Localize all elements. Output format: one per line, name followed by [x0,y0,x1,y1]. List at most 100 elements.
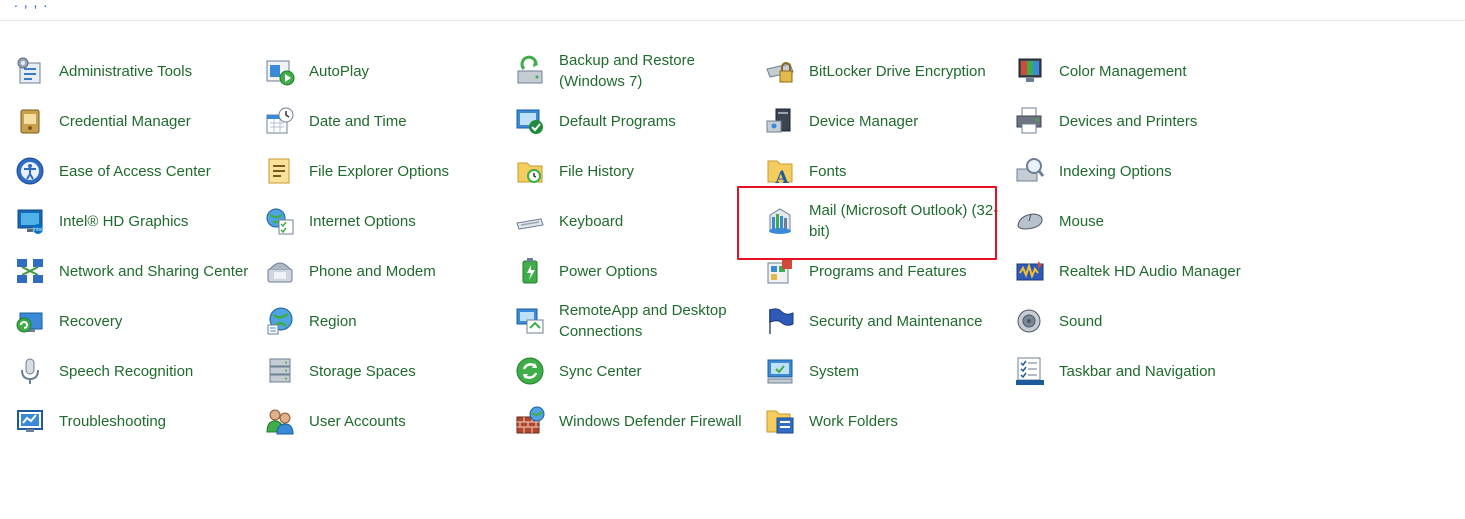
cp-item-label[interactable]: File History [559,161,634,182]
cp-item-file-history[interactable]: File History [513,146,759,196]
breadcrumb-fragment: . , , . [14,0,49,10]
cp-item-bitlocker-drive-encryption[interactable]: BitLocker Drive Encryption [763,46,1009,96]
cp-item-label[interactable]: Phone and Modem [309,261,436,282]
cp-item-sync-center[interactable]: Sync Center [513,346,759,396]
cp-item-label[interactable]: Realtek HD Audio Manager [1059,261,1241,282]
cp-item-label[interactable]: Speech Recognition [59,361,193,382]
cp-item-label[interactable]: Taskbar and Navigation [1059,361,1216,382]
cp-item-label[interactable]: Keyboard [559,211,623,232]
cp-item-label[interactable]: Security and Maintenance [809,311,982,332]
cp-item-label[interactable]: Network and Sharing Center [59,261,248,282]
cp-item-label[interactable]: Administrative Tools [59,61,192,82]
cp-item-label[interactable]: Ease of Access Center [59,161,211,182]
cp-item-label[interactable]: Mouse [1059,211,1104,232]
cp-item-label[interactable]: BitLocker Drive Encryption [809,61,986,82]
taskbar-icon [1013,354,1047,388]
cp-item-label[interactable]: Windows Defender Firewall [559,411,742,432]
cp-item-default-programs[interactable]: Default Programs [513,96,759,146]
cp-item-realtek-hd-audio-manager[interactable]: Realtek HD Audio Manager [1013,246,1259,296]
cp-item-recovery[interactable]: Recovery [13,296,259,346]
cp-item-mouse[interactable]: Mouse [1013,196,1259,246]
cp-item-fonts[interactable]: A Fonts [763,146,1009,196]
cp-item-mail-microsoft-outlook-32-bit[interactable]: Mail (Microsoft Outlook) (32-bit) [763,196,1009,246]
cp-item-label[interactable]: Credential Manager [59,111,191,132]
device-manager-icon [763,104,797,138]
divider [0,20,1465,21]
cp-item-label[interactable]: Date and Time [309,111,407,132]
cp-item-programs-and-features[interactable]: Programs and Features [763,246,1009,296]
firewall-icon [513,404,547,438]
cp-item-backup-and-restore-windows-7[interactable]: Backup and Restore (Windows 7) [513,46,759,96]
cp-item-label[interactable]: Intel® HD Graphics [59,211,188,232]
cp-item-label[interactable]: Power Options [559,261,657,282]
cp-item-label[interactable]: Storage Spaces [309,361,416,382]
svg-text:intel: intel [33,227,44,233]
cp-item-windows-defender-firewall[interactable]: Windows Defender Firewall [513,396,759,446]
autoplay-icon [263,54,297,88]
cp-item-label[interactable]: Backup and Restore (Windows 7) [559,50,749,92]
cp-item-storage-spaces[interactable]: Storage Spaces [263,346,509,396]
cp-item-troubleshooting[interactable]: Troubleshooting [13,396,259,446]
cp-item-label[interactable]: Internet Options [309,211,416,232]
cp-item-power-options[interactable]: Power Options [513,246,759,296]
cp-item-system[interactable]: System [763,346,1009,396]
keyboard-icon [513,204,547,238]
cp-item-network-and-sharing-center[interactable]: Network and Sharing Center [13,246,259,296]
work-folders-icon [763,404,797,438]
cp-item-date-and-time[interactable]: Date and Time [263,96,509,146]
cp-item-remoteapp-and-desktop-connections[interactable]: RemoteApp and Desktop Connections [513,296,759,346]
cp-item-label[interactable]: Mail (Microsoft Outlook) (32-bit) [809,200,999,242]
cp-item-label[interactable]: Troubleshooting [59,411,166,432]
folder-options-icon [263,154,297,188]
default-programs-icon [513,104,547,138]
cp-item-label[interactable]: User Accounts [309,411,406,432]
clock-calendar-icon [263,104,297,138]
cp-item-sound[interactable]: Sound [1013,296,1259,346]
cp-item-security-and-maintenance[interactable]: Security and Maintenance [763,296,1009,346]
cp-item-label[interactable]: Default Programs [559,111,676,132]
cp-item-label[interactable]: Devices and Printers [1059,111,1197,132]
mail-icon [763,204,797,238]
phone-icon [263,254,297,288]
cp-item-autoplay[interactable]: AutoPlay [263,46,509,96]
cp-item-region[interactable]: Region [263,296,509,346]
cp-item-label[interactable]: System [809,361,859,382]
cp-item-administrative-tools[interactable]: Administrative Tools [13,46,259,96]
cp-item-device-manager[interactable]: Device Manager [763,96,1009,146]
cp-item-intel-hd-graphics[interactable]: intel Intel® HD Graphics [13,196,259,246]
microphone-icon [13,354,47,388]
system-icon [763,354,797,388]
top-bar: . , , . [0,0,1465,21]
cp-item-phone-and-modem[interactable]: Phone and Modem [263,246,509,296]
cp-item-label[interactable]: Programs and Features [809,261,967,282]
cp-item-user-accounts[interactable]: User Accounts [263,396,509,446]
cp-item-label[interactable]: Fonts [809,161,847,182]
cp-item-label[interactable]: AutoPlay [309,61,369,82]
cp-item-label[interactable]: File Explorer Options [309,161,449,182]
admin-tools-icon [13,54,47,88]
cp-item-color-management[interactable]: Color Management [1013,46,1259,96]
cp-item-internet-options[interactable]: Internet Options [263,196,509,246]
cp-item-label[interactable]: Color Management [1059,61,1187,82]
svg-text:A: A [774,168,789,187]
audio-manager-icon [1013,254,1047,288]
indexing-icon [1013,154,1047,188]
cp-item-taskbar-and-navigation[interactable]: Taskbar and Navigation [1013,346,1259,396]
cp-item-devices-and-printers[interactable]: Devices and Printers [1013,96,1259,146]
cp-item-label[interactable]: Sync Center [559,361,642,382]
cp-item-ease-of-access-center[interactable]: Ease of Access Center [13,146,259,196]
cp-item-label[interactable]: RemoteApp and Desktop Connections [559,300,749,342]
cp-item-label[interactable]: Sound [1059,311,1102,332]
cp-item-keyboard[interactable]: Keyboard [513,196,759,246]
cp-item-label[interactable]: Work Folders [809,411,898,432]
cp-item-label[interactable]: Indexing Options [1059,161,1172,182]
cp-item-indexing-options[interactable]: Indexing Options [1013,146,1259,196]
cp-item-credential-manager[interactable]: Credential Manager [13,96,259,146]
cp-item-label[interactable]: Device Manager [809,111,918,132]
cp-item-work-folders[interactable]: Work Folders [763,396,1009,446]
speaker-icon [1013,304,1047,338]
cp-item-label[interactable]: Region [309,311,357,332]
cp-item-speech-recognition[interactable]: Speech Recognition [13,346,259,396]
cp-item-label[interactable]: Recovery [59,311,122,332]
cp-item-file-explorer-options[interactable]: File Explorer Options [263,146,509,196]
